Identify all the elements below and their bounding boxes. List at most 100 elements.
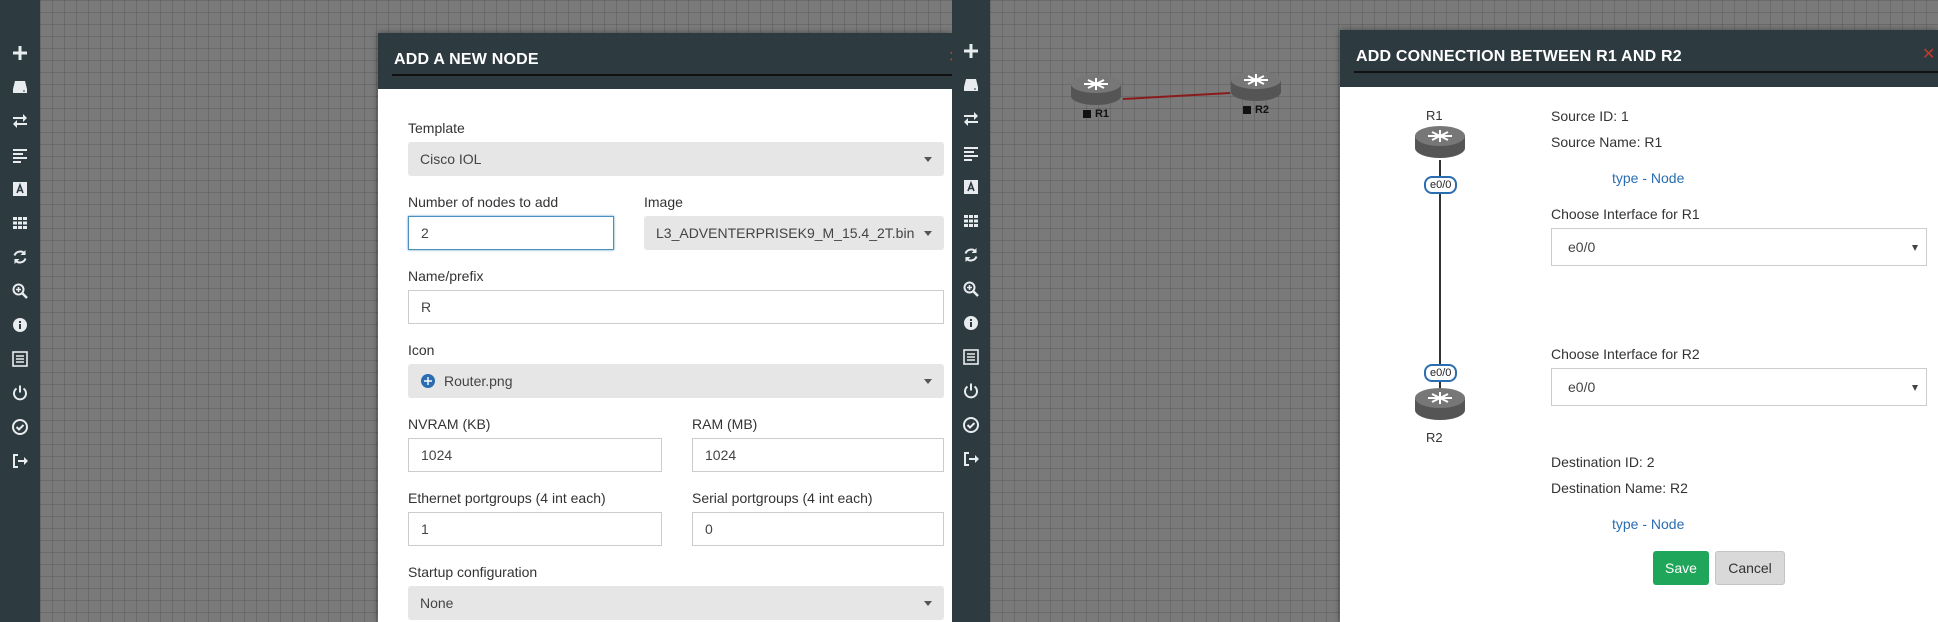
- serial-portgroups-value: 0: [705, 521, 713, 537]
- icon-select[interactable]: Router.png: [408, 364, 944, 398]
- chevron-down-icon: [924, 379, 932, 384]
- close-icon[interactable]: ✕: [1922, 44, 1935, 64]
- nvram-input[interactable]: 1024: [408, 438, 662, 472]
- startup-config-label: Startup configuration: [408, 564, 538, 580]
- zoom-button[interactable]: [956, 274, 986, 304]
- topology-link[interactable]: [952, 0, 1352, 200]
- nvram-label: NVRAM (KB): [408, 416, 491, 432]
- node-label-text: R2: [1254, 104, 1270, 116]
- template-select[interactable]: Cisco IOL: [408, 142, 944, 176]
- check-circle-icon: [12, 419, 28, 435]
- name-prefix-label: Name/prefix: [408, 268, 484, 284]
- configured-objects-button[interactable]: [956, 206, 986, 236]
- pictures-button[interactable]: [5, 174, 35, 204]
- zoom-in-icon: [963, 281, 979, 297]
- icon-label: Icon: [408, 342, 435, 358]
- header-underline: [392, 74, 952, 76]
- modal-title: ADD CONNECTION BETWEEN R1 AND R2: [1356, 48, 1682, 65]
- source-type-link[interactable]: type - Node: [1612, 170, 1684, 186]
- drive-icon: [13, 81, 27, 93]
- status-button[interactable]: [5, 310, 35, 340]
- chevron-down-icon: [1912, 245, 1918, 251]
- topology-node-r2[interactable]: R2: [1230, 68, 1282, 116]
- lab-details-button[interactable]: [5, 344, 35, 374]
- chevron-down-icon: [924, 231, 932, 236]
- zoom-button[interactable]: [5, 276, 35, 306]
- template-value: Cisco IOL: [420, 151, 482, 167]
- close-lab-button[interactable]: [5, 378, 35, 408]
- info-icon: [964, 316, 978, 330]
- startup-config-select[interactable]: None: [408, 586, 944, 620]
- grid-icon: [964, 215, 978, 227]
- check-circle-icon: [963, 417, 979, 433]
- ethernet-portgroups-label: Ethernet portgroups (4 int each): [408, 490, 606, 506]
- power-icon: [13, 385, 27, 401]
- chevron-down-icon: [1912, 385, 1918, 391]
- sign-out-icon: [13, 454, 28, 468]
- font-icon: [13, 182, 27, 196]
- chevron-down-icon: [924, 157, 932, 162]
- close-lab-button[interactable]: [956, 376, 986, 406]
- choose-r1-label: Choose Interface for R1: [1551, 206, 1700, 222]
- lock-lab-button[interactable]: [5, 412, 35, 442]
- interface-badge-r2: e0/0: [1424, 364, 1458, 382]
- ram-label: RAM (MB): [692, 416, 758, 432]
- configured-objects-button[interactable]: [5, 208, 35, 238]
- refresh-icon: [964, 248, 978, 262]
- header-underline: [1354, 71, 1938, 73]
- num-nodes-label: Number of nodes to add: [408, 194, 559, 210]
- list-icon: [12, 351, 28, 367]
- sidebar: [0, 0, 40, 622]
- refresh-topology-button[interactable]: [956, 240, 986, 270]
- topology-node-r1[interactable]: R1: [1070, 72, 1122, 120]
- ram-input[interactable]: 1024: [692, 438, 944, 472]
- serial-portgroups-input[interactable]: 0: [692, 512, 944, 546]
- router-icon: [421, 374, 435, 388]
- left-pane: ADD A NEW NODE ✕ Template Cisco IOL Numb…: [0, 0, 952, 622]
- logout-button[interactable]: [956, 444, 986, 474]
- num-nodes-input[interactable]: 2: [408, 216, 614, 250]
- startup-configs-button[interactable]: [5, 140, 35, 170]
- name-prefix-value: R: [421, 299, 432, 315]
- modal-header: ADD CONNECTION BETWEEN R1 AND R2 ✕: [1340, 30, 1938, 87]
- r1-interface-select[interactable]: e0/0: [1551, 228, 1927, 266]
- destination-type-link[interactable]: type - Node: [1612, 516, 1684, 532]
- info-icon: [13, 318, 27, 332]
- icon-value: Router.png: [444, 373, 513, 389]
- lab-details-button[interactable]: [956, 342, 986, 372]
- save-button[interactable]: Save: [1653, 551, 1709, 585]
- diagram-r2-router-icon: [1415, 388, 1465, 420]
- r2-interface-select[interactable]: e0/0: [1551, 368, 1927, 406]
- node-label: R1: [1082, 108, 1109, 120]
- add-object-button[interactable]: [5, 38, 35, 68]
- add-node-modal: ADD A NEW NODE ✕ Template Cisco IOL Numb…: [378, 33, 952, 622]
- modal-title: ADD A NEW NODE: [394, 51, 539, 68]
- template-label: Template: [408, 120, 465, 136]
- source-name: Source Name: R1: [1551, 134, 1663, 150]
- nodes-button[interactable]: [5, 72, 35, 102]
- exchange-icon: [13, 114, 27, 128]
- ram-value: 1024: [705, 447, 737, 463]
- diagram-r1-label: R1: [1426, 108, 1443, 123]
- router-icon: [1071, 75, 1121, 105]
- grid-icon: [13, 217, 27, 229]
- align-left-icon: [13, 149, 27, 163]
- logout-button[interactable]: [5, 446, 35, 476]
- diagram-r2-label: R2: [1426, 430, 1443, 445]
- networks-button[interactable]: [5, 106, 35, 136]
- lock-lab-button[interactable]: [956, 410, 986, 440]
- status-button[interactable]: [956, 308, 986, 338]
- name-prefix-input[interactable]: R: [408, 290, 944, 324]
- destination-name: Destination Name: R2: [1551, 480, 1688, 496]
- chevron-down-icon: [924, 601, 932, 606]
- image-select[interactable]: L3_ADVENTERPRISEK9_M_15.4_2T.bin: [644, 216, 944, 250]
- sign-out-icon: [964, 452, 979, 466]
- list-icon: [963, 349, 979, 365]
- cancel-button[interactable]: Cancel: [1715, 551, 1785, 585]
- refresh-topology-button[interactable]: [5, 242, 35, 272]
- r2-interface-value: e0/0: [1568, 379, 1596, 395]
- serial-portgroups-label: Serial portgroups (4 int each): [692, 490, 873, 506]
- ethernet-portgroups-input[interactable]: 1: [408, 512, 662, 546]
- zoom-in-icon: [12, 283, 28, 299]
- image-value: L3_ADVENTERPRISEK9_M_15.4_2T.bin: [656, 225, 915, 241]
